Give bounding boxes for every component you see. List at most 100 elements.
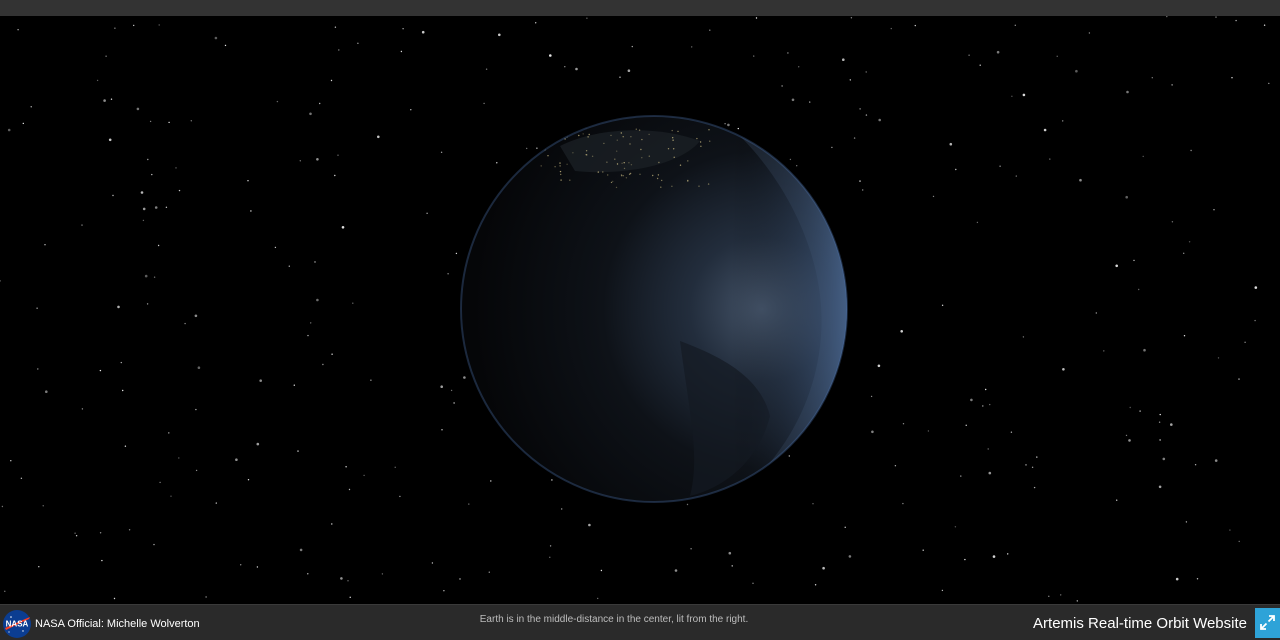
star (42, 505, 44, 507)
star (247, 180, 249, 182)
star (394, 466, 396, 468)
star (154, 206, 158, 209)
star (122, 389, 124, 392)
star (1254, 319, 1256, 322)
star (120, 361, 123, 364)
star (781, 85, 783, 87)
star (941, 304, 944, 306)
star (631, 45, 633, 48)
star (894, 465, 897, 467)
star (1190, 149, 1192, 152)
star (1162, 457, 1166, 461)
star (914, 24, 916, 27)
star (399, 495, 401, 498)
star (447, 273, 449, 275)
star (153, 276, 156, 278)
star (485, 68, 488, 70)
star (965, 424, 967, 426)
star (686, 503, 689, 506)
star (101, 559, 103, 562)
star (22, 122, 24, 125)
star (307, 334, 309, 337)
star (142, 207, 146, 211)
star (370, 379, 372, 381)
star (1022, 93, 1026, 97)
star (752, 582, 754, 584)
star (168, 432, 170, 434)
star (352, 302, 354, 304)
star (117, 305, 120, 309)
star (996, 50, 1000, 54)
star (549, 545, 552, 547)
app-window: NASA NASA Official: Michelle Wolverton E… (0, 0, 1280, 640)
star (151, 173, 153, 176)
expand-button[interactable] (1255, 608, 1280, 638)
star (968, 54, 970, 56)
star (195, 469, 198, 472)
star (787, 52, 789, 54)
star (440, 385, 444, 389)
star (941, 589, 944, 592)
star (1254, 286, 1258, 289)
star (586, 17, 588, 19)
star (1, 505, 4, 508)
star (259, 379, 263, 383)
star (731, 565, 733, 567)
star (1007, 553, 1009, 555)
star (1158, 421, 1161, 423)
star (1138, 288, 1140, 291)
star (1126, 90, 1129, 94)
star (1022, 336, 1025, 338)
star (146, 303, 149, 305)
star (20, 477, 23, 479)
star (1231, 77, 1233, 79)
star (737, 127, 739, 130)
star (600, 569, 603, 572)
star (561, 508, 563, 510)
star (256, 566, 259, 568)
star (168, 121, 170, 124)
city-light (554, 131, 557, 134)
star (240, 564, 242, 566)
star (987, 448, 989, 450)
star (1056, 55, 1058, 57)
star (831, 146, 833, 149)
top-bar (0, 0, 1280, 16)
star (224, 44, 227, 47)
star (319, 102, 321, 105)
star (791, 98, 795, 102)
star (108, 138, 112, 142)
star (970, 398, 973, 402)
star (421, 30, 425, 34)
star (960, 475, 962, 477)
star (674, 569, 678, 572)
star (1048, 595, 1050, 597)
expand-arrows-icon (1260, 615, 1275, 630)
star (426, 212, 428, 214)
star (1129, 406, 1131, 409)
star (431, 562, 434, 564)
star (288, 265, 290, 267)
star (402, 28, 404, 30)
star (890, 27, 892, 30)
star (753, 55, 755, 57)
space-viewport[interactable] (0, 16, 1280, 604)
star (149, 120, 152, 123)
star (727, 123, 730, 127)
star (755, 17, 758, 19)
star (45, 390, 48, 394)
star (142, 219, 145, 222)
star (1125, 434, 1128, 437)
star (157, 244, 160, 247)
star (551, 479, 553, 481)
star (37, 368, 39, 370)
star (36, 307, 38, 309)
star (842, 58, 845, 61)
star (178, 457, 180, 459)
star (455, 252, 458, 255)
star (798, 66, 800, 68)
star (165, 206, 168, 208)
star (1043, 128, 1047, 132)
star (989, 403, 991, 406)
star (1060, 594, 1062, 596)
